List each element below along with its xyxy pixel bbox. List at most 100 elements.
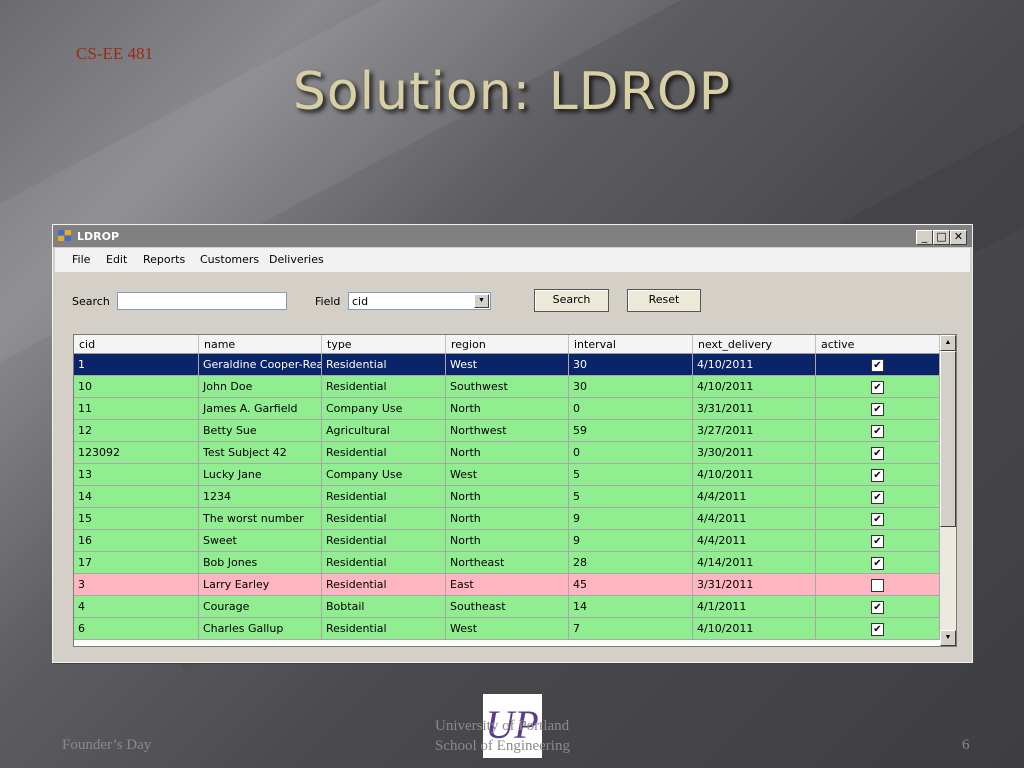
cell-name[interactable]: James A. Garfield — [199, 398, 322, 420]
menu-edit[interactable]: Edit — [106, 253, 127, 266]
cell-region[interactable]: North — [446, 442, 569, 464]
active-checkbox[interactable]: ✔ — [871, 447, 884, 460]
table-row[interactable]: 4 Courage Bobtail Southeast 14 4/1/2011 ✔ — [74, 596, 940, 618]
cell-type[interactable]: Residential — [322, 354, 446, 376]
cell-region[interactable]: West — [446, 618, 569, 640]
cell-active[interactable]: ✔ — [816, 508, 940, 530]
cell-type[interactable]: Company Use — [322, 398, 446, 420]
cell-interval[interactable]: 30 — [569, 376, 693, 398]
cell-type[interactable]: Company Use — [322, 464, 446, 486]
column-header-interval[interactable]: interval — [569, 335, 693, 353]
close-button[interactable]: ✕ — [950, 230, 967, 245]
scrollbar-thumb[interactable] — [940, 351, 956, 527]
cell-type[interactable]: Residential — [322, 508, 446, 530]
cell-name[interactable]: Bob Jones — [199, 552, 322, 574]
cell-region[interactable]: West — [446, 354, 569, 376]
cell-interval[interactable]: 59 — [569, 420, 693, 442]
cell-type[interactable]: Residential — [322, 486, 446, 508]
cell-next-delivery[interactable]: 4/1/2011 — [693, 596, 816, 618]
cell-type[interactable]: Residential — [322, 552, 446, 574]
cell-region[interactable]: North — [446, 530, 569, 552]
cell-active[interactable]: ✔ — [816, 442, 940, 464]
column-header-type[interactable]: type — [322, 335, 446, 353]
cell-next-delivery[interactable]: 4/10/2011 — [693, 354, 816, 376]
cell-interval[interactable]: 9 — [569, 530, 693, 552]
search-input[interactable] — [117, 292, 287, 310]
cell-interval[interactable]: 0 — [569, 442, 693, 464]
cell-name[interactable]: Charles Gallup — [199, 618, 322, 640]
column-header-active[interactable]: active — [816, 335, 940, 353]
cell-active[interactable] — [816, 574, 940, 596]
cell-cid[interactable]: 13 — [74, 464, 199, 486]
cell-active[interactable]: ✔ — [816, 420, 940, 442]
cell-interval[interactable]: 7 — [569, 618, 693, 640]
active-checkbox[interactable]: ✔ — [871, 513, 884, 526]
active-checkbox[interactable]: ✔ — [871, 601, 884, 614]
active-checkbox[interactable]: ✔ — [871, 359, 884, 372]
active-checkbox[interactable]: ✔ — [871, 623, 884, 636]
table-row[interactable]: 13 Lucky Jane Company Use West 5 4/10/2011 ✔ — [74, 464, 940, 486]
menu-file[interactable]: File — [72, 253, 90, 266]
cell-cid[interactable]: 11 — [74, 398, 199, 420]
cell-region[interactable]: North — [446, 486, 569, 508]
cell-interval[interactable]: 0 — [569, 398, 693, 420]
cell-type[interactable]: Agricultural — [322, 420, 446, 442]
cell-active[interactable]: ✔ — [816, 464, 940, 486]
cell-cid[interactable]: 16 — [74, 530, 199, 552]
cell-name[interactable]: Test Subject 42 — [199, 442, 322, 464]
cell-cid[interactable]: 1 — [74, 354, 199, 376]
cell-region[interactable]: West — [446, 464, 569, 486]
cell-next-delivery[interactable]: 4/10/2011 — [693, 464, 816, 486]
table-row[interactable]: 11 James A. Garfield Company Use North 0 3/31… — [74, 398, 940, 420]
cell-interval[interactable]: 5 — [569, 464, 693, 486]
cell-active[interactable]: ✔ — [816, 486, 940, 508]
table-row[interactable]: 15 The worst number Residential North 9 4/4/2… — [74, 508, 940, 530]
cell-type[interactable]: Residential — [322, 574, 446, 596]
cell-interval[interactable]: 5 — [569, 486, 693, 508]
active-checkbox[interactable]: ✔ — [871, 491, 884, 504]
column-header-next-delivery[interactable]: next_delivery — [693, 335, 816, 353]
active-checkbox[interactable]: ✔ — [871, 381, 884, 394]
table-row[interactable]: 6 Charles Gallup Residential West 7 4/10/2011… — [74, 618, 940, 640]
cell-next-delivery[interactable]: 3/27/2011 — [693, 420, 816, 442]
cell-region[interactable]: Northwest — [446, 420, 569, 442]
field-select[interactable]: cid ▼ — [348, 292, 491, 310]
cell-name[interactable]: Geraldine Cooper-Rea... — [199, 354, 322, 376]
cell-active[interactable]: ✔ — [816, 530, 940, 552]
cell-region[interactable]: East — [446, 574, 569, 596]
cell-type[interactable]: Residential — [322, 618, 446, 640]
cell-name[interactable]: The worst number — [199, 508, 322, 530]
table-row[interactable]: 12 Betty Sue Agricultural Northwest 59 3/27/2… — [74, 420, 940, 442]
cell-next-delivery[interactable]: 4/10/2011 — [693, 618, 816, 640]
cell-name[interactable]: Larry Earley — [199, 574, 322, 596]
menu-customers[interactable]: Customers — [200, 253, 259, 266]
cell-active[interactable]: ✔ — [816, 618, 940, 640]
title-bar[interactable]: LDROP _ □ ✕ — [53, 225, 972, 247]
cell-name[interactable]: 1234 — [199, 486, 322, 508]
scroll-down-icon[interactable]: ▼ — [940, 630, 956, 646]
cell-interval[interactable]: 9 — [569, 508, 693, 530]
cell-cid[interactable]: 10 — [74, 376, 199, 398]
active-checkbox[interactable] — [871, 579, 884, 592]
active-checkbox[interactable]: ✔ — [871, 535, 884, 548]
reset-button[interactable]: Reset — [627, 289, 701, 312]
table-row[interactable]: 14 1234 Residential North 5 4/4/2011 ✔ — [74, 486, 940, 508]
maximize-button[interactable]: □ — [933, 230, 950, 245]
cell-name[interactable]: Betty Sue — [199, 420, 322, 442]
cell-cid[interactable]: 14 — [74, 486, 199, 508]
cell-interval[interactable]: 45 — [569, 574, 693, 596]
cell-region[interactable]: Southwest — [446, 376, 569, 398]
cell-type[interactable]: Residential — [322, 442, 446, 464]
cell-next-delivery[interactable]: 4/4/2011 — [693, 530, 816, 552]
table-row[interactable]: 17 Bob Jones Residential Northeast 28 4/14/20… — [74, 552, 940, 574]
table-row[interactable]: 1 Geraldine Cooper-Rea... Residential West 3… — [74, 354, 940, 376]
table-row[interactable]: 3 Larry Earley Residential East 45 3/31/2011 — [74, 574, 940, 596]
cell-cid[interactable]: 12 — [74, 420, 199, 442]
cell-name[interactable]: Lucky Jane — [199, 464, 322, 486]
table-row[interactable]: 123092 Test Subject 42 Residential North 0 3/… — [74, 442, 940, 464]
minimize-button[interactable]: _ — [916, 230, 933, 245]
active-checkbox[interactable]: ✔ — [871, 469, 884, 482]
cell-name[interactable]: John Doe — [199, 376, 322, 398]
cell-cid[interactable]: 15 — [74, 508, 199, 530]
search-button[interactable]: Search — [534, 289, 609, 312]
